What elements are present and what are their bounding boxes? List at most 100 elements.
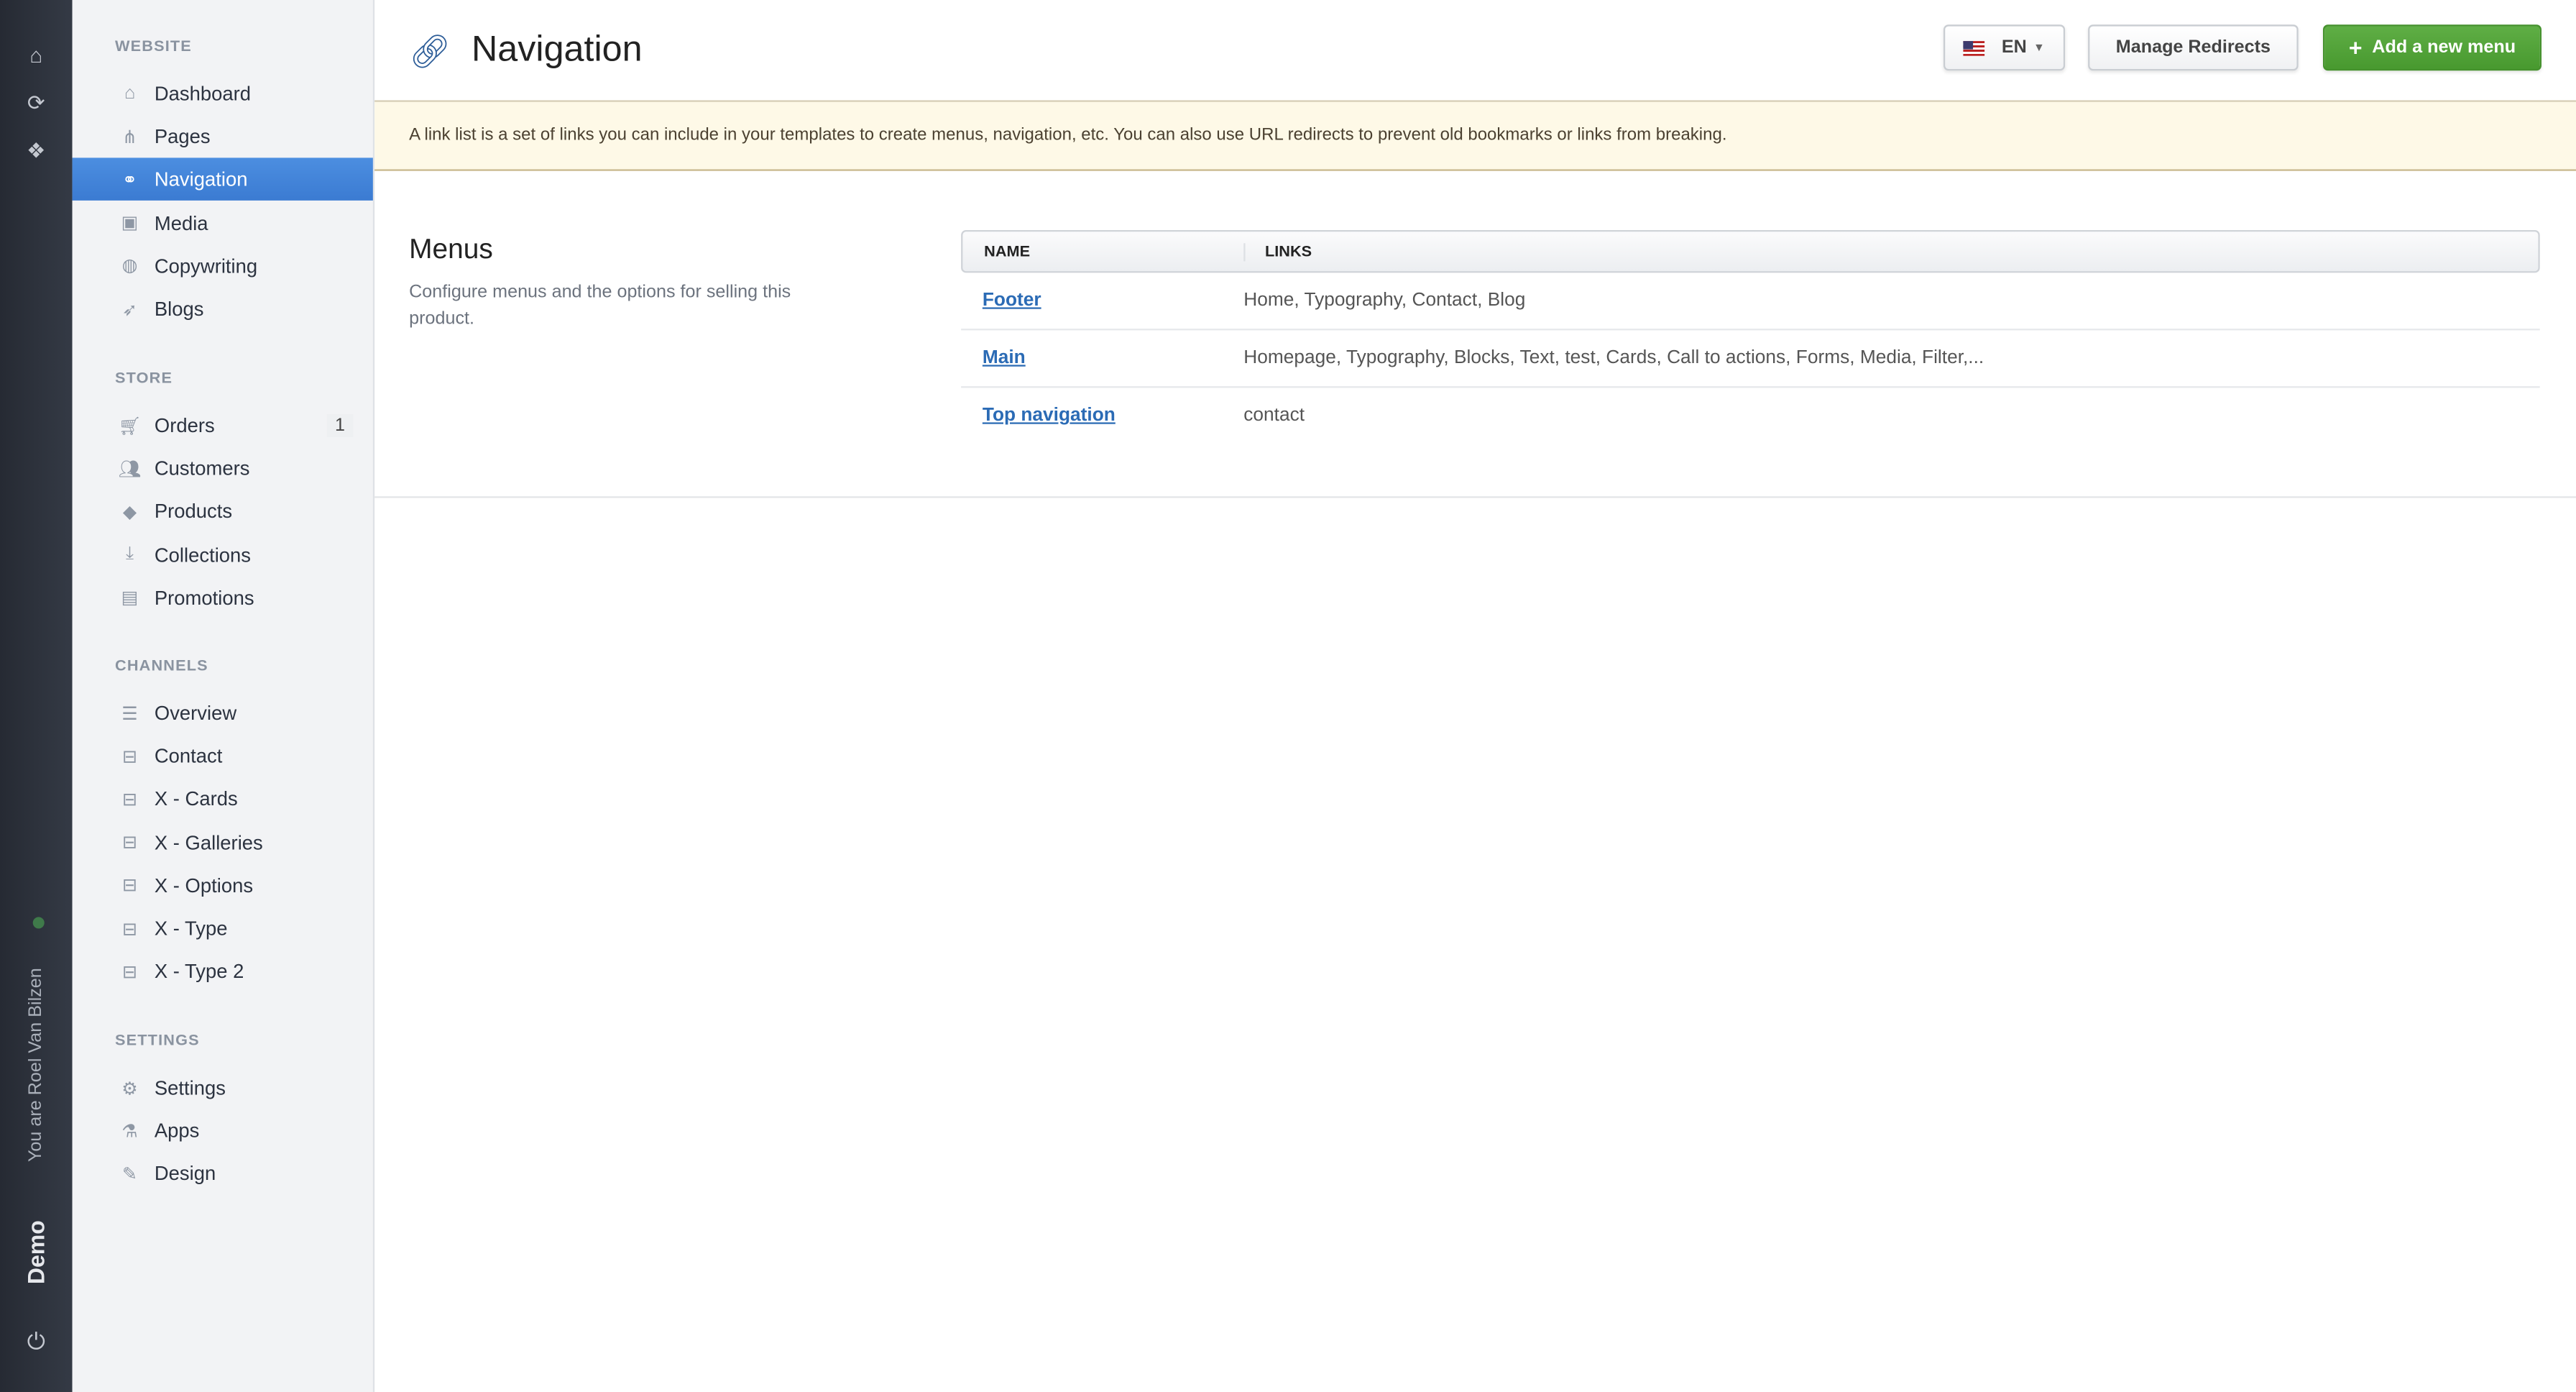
- sidebar-item-label: X - Options: [154, 874, 254, 897]
- menus-table: NAME LINKS Footer Home, Typography, Conta…: [961, 229, 2540, 444]
- sidebar-item-label: Contact: [154, 744, 223, 768]
- user-label: You are Roel Van Bilzen: [26, 968, 46, 1163]
- sidebar-item-label: Promotions: [154, 586, 254, 610]
- channel-icon: ⊟: [122, 876, 138, 897]
- sidebar-item-label: Apps: [154, 1119, 200, 1143]
- column-links[interactable]: LINKS: [1246, 242, 1312, 260]
- app-rail: ⌂ ⟳ ❖ You are Roel Van Bilzen Demo ⏻: [0, 0, 73, 1392]
- orders-count-badge: 1: [326, 413, 354, 437]
- sidebar-item-promotions[interactable]: ▤ Promotions: [73, 577, 373, 619]
- caret-down-icon: ▼: [2033, 42, 2045, 54]
- magic-icon: ✎: [122, 1165, 138, 1185]
- sidebar-item-apps[interactable]: ⚗ Apps: [73, 1109, 373, 1152]
- sidebar-item-label: Dashboard: [154, 82, 252, 106]
- sidebar-item-label: Settings: [154, 1076, 226, 1100]
- power-icon[interactable]: ⏻: [0, 1328, 73, 1356]
- menu-name-link[interactable]: Footer: [983, 291, 1041, 311]
- sidebar-item-overview[interactable]: ☰ Overview: [73, 692, 373, 734]
- database-icon: ☰: [121, 704, 138, 724]
- link-icon: ⚭: [122, 170, 138, 191]
- menu-links: Homepage, Typography, Blocks, Text, test…: [1243, 348, 1984, 368]
- sidebar-item-orders[interactable]: 🛒︎ Orders 1: [73, 404, 373, 447]
- sidebar-item-settings[interactable]: ⚙ Settings: [73, 1066, 373, 1109]
- channel-icon: ⊟: [122, 962, 138, 983]
- column-name[interactable]: NAME: [962, 242, 1246, 261]
- sidebar-item-label: Products: [154, 500, 233, 523]
- sidebar-item-products[interactable]: ◆ Products: [73, 490, 373, 533]
- link-icon: 🔗︎: [409, 34, 451, 71]
- sidebar-item-label: Collections: [154, 543, 252, 567]
- sidebar-item-label: Overview: [154, 701, 237, 725]
- manage-redirects-button[interactable]: Manage Redirects: [2088, 24, 2299, 71]
- menus-description: Configure menus and the options for sell…: [409, 283, 791, 329]
- sidebar-section-title: SETTINGS: [114, 1032, 200, 1050]
- home-icon[interactable]: ⌂: [0, 42, 73, 67]
- sitemap-icon: ⋔: [122, 127, 138, 147]
- sidebar-item-label: X - Type: [154, 917, 228, 940]
- sidebar-item-collections[interactable]: ⤓ Collections: [73, 534, 373, 576]
- sidebar-item-label: Media: [154, 211, 208, 234]
- sidebar-item-contact[interactable]: ⊟ Contact: [73, 735, 373, 777]
- cubes-icon[interactable]: ❖: [0, 138, 73, 165]
- sidebar-section-title: CHANNELS: [114, 657, 208, 676]
- menu-name-link[interactable]: Top navigation: [983, 406, 1116, 426]
- menus-section: Menus Configure menus and the options fo…: [374, 171, 2576, 498]
- sidebar-item-label: Copywriting: [154, 254, 258, 278]
- plus-icon: +: [2348, 34, 2363, 61]
- sidebar-item-label: Navigation: [154, 168, 248, 192]
- refresh-icon[interactable]: ⟳: [0, 91, 73, 117]
- globe-icon: ◍: [121, 257, 138, 277]
- feather-icon: ➶: [122, 300, 138, 320]
- add-menu-label: Add a new menu: [2372, 37, 2516, 58]
- page-title: Navigation: [471, 27, 643, 69]
- menus-title: Menus: [409, 233, 493, 265]
- add-menu-button[interactable]: + Add a new menu: [2322, 24, 2542, 71]
- sidebar-item-design[interactable]: ✎ Design: [73, 1153, 373, 1195]
- sidebar-item-label: X - Type 2: [154, 960, 244, 984]
- cart-icon: 🛒︎: [118, 416, 142, 436]
- gear-icon: ⚙: [121, 1079, 138, 1099]
- sidebar-section-title: WEBSITE: [114, 37, 192, 56]
- menu-links: contact: [1243, 406, 1305, 426]
- language-dropdown[interactable]: EN ▼: [1943, 24, 2066, 71]
- table-row: Top navigation contact: [961, 388, 2540, 444]
- language-label: EN: [2001, 37, 2027, 58]
- menu-links: Home, Typography, Contact, Blog: [1243, 290, 1526, 311]
- download-icon: ⤓: [125, 544, 134, 564]
- sidebar-item-x-cards[interactable]: ⊟ X - Cards: [73, 778, 373, 820]
- page-header: 🔗︎ Navigation EN ▼ Manage Redirects + Ad…: [374, 0, 2576, 102]
- sidebar-item-x-galleries[interactable]: ⊟ X - Galleries: [73, 821, 373, 864]
- sidebar-section-title: STORE: [114, 370, 173, 388]
- table-header: NAME LINKS: [961, 229, 2540, 273]
- flask-icon: ⚗: [121, 1122, 138, 1142]
- sidebar-item-customers[interactable]: 👥︎ Customers: [73, 447, 373, 490]
- gift-icon: ▤: [121, 588, 139, 609]
- store-name: Demo: [22, 1220, 50, 1285]
- menu-name-link[interactable]: Main: [983, 349, 1026, 368]
- table-row: Main Homepage, Typography, Blocks, Text, …: [961, 330, 2540, 388]
- sidebar-item-blogs[interactable]: ➶ Blogs: [73, 288, 373, 330]
- sidebar-item-x-type-2[interactable]: ⊟ X - Type 2: [73, 951, 373, 993]
- channel-icon: ⊟: [122, 747, 138, 767]
- sidebar: WEBSITE ⌂ Dashboard ⋔ Pages ⚭ Navigation ▣ Media…: [72, 0, 375, 1392]
- us-flag-icon: [1964, 40, 1986, 55]
- sidebar-item-label: Pages: [154, 125, 211, 149]
- channel-icon: ⊟: [122, 790, 138, 810]
- sidebar-item-navigation[interactable]: ⚭ Navigation: [72, 158, 373, 201]
- info-alert: A link list is a set of links you can in…: [374, 101, 2576, 171]
- sidebar-item-label: Design: [154, 1162, 216, 1186]
- table-row: Footer Home, Typography, Contact, Blog: [961, 273, 2540, 331]
- sidebar-item-x-options[interactable]: ⊟ X - Options: [73, 864, 373, 907]
- sidebar-item-label: Orders: [154, 413, 215, 437]
- channel-icon: ⊟: [122, 833, 138, 853]
- sidebar-item-label: Blogs: [154, 297, 204, 321]
- home-icon: ⌂: [124, 83, 136, 104]
- sidebar-item-label: Customers: [154, 457, 250, 480]
- sidebar-item-media[interactable]: ▣ Media: [73, 201, 373, 244]
- sidebar-item-label: X - Galleries: [154, 830, 263, 854]
- sidebar-item-copywriting[interactable]: ◍ Copywriting: [73, 244, 373, 287]
- sidebar-item-label: X - Cards: [154, 787, 238, 811]
- sidebar-item-dashboard[interactable]: ⌂ Dashboard: [73, 73, 373, 115]
- sidebar-item-pages[interactable]: ⋔ Pages: [73, 115, 373, 157]
- sidebar-item-x-type[interactable]: ⊟ X - Type: [73, 907, 373, 950]
